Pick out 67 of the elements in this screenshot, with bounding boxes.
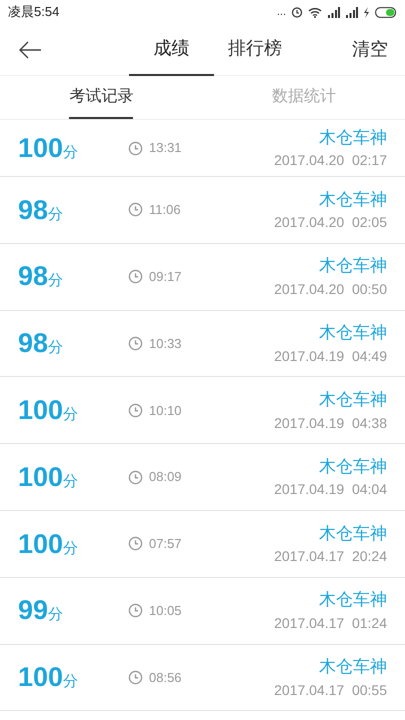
- score-value: 99: [18, 594, 48, 628]
- user-name: 木仓车神: [319, 589, 387, 612]
- clock-icon: [128, 140, 143, 156]
- user-name: 木仓车神: [319, 126, 387, 149]
- record-date: 2017.04.17 00:55: [274, 680, 387, 700]
- more-dots: ...: [276, 6, 286, 18]
- score-unit: 分: [48, 204, 64, 225]
- score-value: 98: [18, 194, 48, 227]
- record-date: 2017.04.17 20:24: [274, 547, 387, 566]
- status-time: 凌晨5:54: [8, 3, 60, 22]
- score-value: 98: [18, 327, 48, 360]
- clock-icon: [128, 336, 143, 351]
- user-name: 木仓车神: [319, 456, 387, 478]
- clock-icon: [128, 670, 143, 685]
- record-date: 2017.04.19 04:38: [274, 414, 387, 433]
- score-value: 100: [18, 132, 64, 165]
- clear-button[interactable]: 清空: [335, 24, 405, 75]
- alarm-icon: [291, 6, 303, 18]
- duration-text: 08:09: [149, 468, 182, 486]
- clock-icon: [128, 202, 143, 218]
- score-unit: 分: [63, 405, 78, 426]
- header-tab[interactable]: 成绩: [129, 24, 214, 76]
- score-value: 100: [18, 460, 64, 494]
- duration-text: 10:33: [149, 334, 182, 353]
- score-unit: 分: [63, 142, 78, 163]
- user-name: 木仓车神: [319, 389, 387, 412]
- signal-icon: [345, 6, 358, 18]
- record-date: 2017.04.20 02:17: [274, 151, 387, 170]
- clock-icon: [128, 402, 143, 418]
- record-date: 2017.04.20 00:50: [274, 280, 387, 299]
- clock-icon: [128, 603, 143, 618]
- score-unit: 分: [48, 338, 64, 358]
- user-name: 木仓车神: [319, 522, 387, 545]
- record-date: 2017.04.19 04:04: [274, 480, 387, 500]
- user-name: 木仓车神: [319, 322, 387, 344]
- clock-icon: [128, 536, 143, 552]
- duration-text: 10:10: [149, 402, 182, 420]
- user-name: 木仓车神: [319, 255, 387, 278]
- charging-icon: [363, 6, 370, 18]
- duration-text: 09:17: [149, 268, 182, 286]
- score-unit: 分: [63, 472, 78, 492]
- record-date: 2017.04.20 02:05: [274, 213, 387, 232]
- user-name: 木仓车神: [319, 188, 387, 211]
- battery-icon: [375, 6, 397, 18]
- score-unit: 分: [63, 672, 78, 692]
- duration-text: 07:57: [149, 535, 182, 554]
- signal-icon: [327, 6, 340, 18]
- subtab[interactable]: 考试记录: [69, 76, 134, 119]
- score-value: 100: [18, 661, 64, 694]
- score-unit: 分: [48, 605, 64, 626]
- duration-text: 13:31: [149, 139, 182, 158]
- score-value: 100: [18, 394, 64, 428]
- back-arrow-icon: [18, 40, 42, 58]
- wifi-icon: [308, 6, 322, 18]
- clock-icon: [128, 470, 143, 485]
- duration-text: 10:05: [149, 602, 182, 620]
- score-unit: 分: [48, 271, 64, 292]
- clock-icon: [128, 269, 143, 284]
- record-date: 2017.04.19 04:49: [274, 346, 387, 366]
- user-name: 木仓车神: [319, 656, 387, 678]
- score-unit: 分: [63, 538, 78, 559]
- duration-text: 08:56: [149, 668, 182, 687]
- duration-text: 11:06: [149, 201, 181, 220]
- score-value: 100: [18, 528, 64, 561]
- header-tab[interactable]: 排行榜: [214, 24, 296, 76]
- score-value: 98: [18, 260, 48, 294]
- record-date: 2017.04.17 01:24: [274, 614, 387, 633]
